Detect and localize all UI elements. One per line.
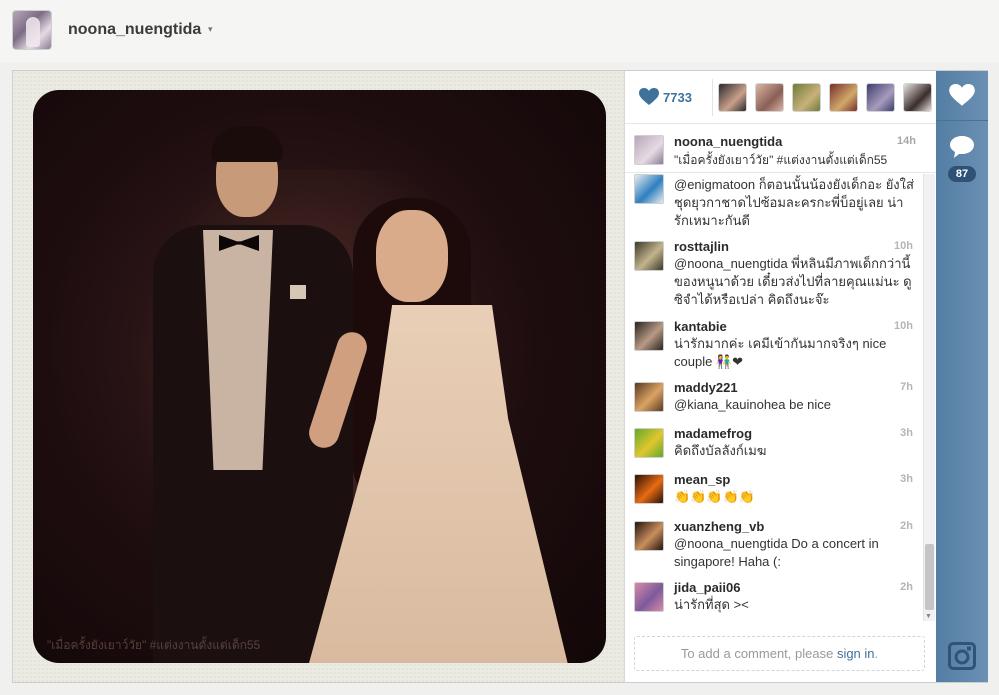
avatar[interactable] bbox=[634, 521, 664, 551]
comment-time: 2h bbox=[900, 581, 913, 593]
comment-time: 3h bbox=[900, 473, 913, 485]
comment-time: 10h bbox=[894, 320, 913, 332]
avatar[interactable] bbox=[634, 174, 664, 204]
likes-bar: 7733 bbox=[625, 71, 936, 124]
comment-username[interactable]: rosttajlin bbox=[674, 239, 729, 254]
sign-in-link[interactable]: sign in bbox=[837, 646, 875, 661]
comment-username[interactable]: xuanzheng_vb bbox=[674, 519, 764, 534]
comment-time: 3h bbox=[900, 427, 913, 439]
divider bbox=[712, 79, 713, 116]
avatar[interactable] bbox=[634, 582, 664, 612]
comment-button[interactable]: 87 bbox=[936, 122, 988, 192]
comment-username[interactable]: mean_sp bbox=[674, 472, 730, 487]
comment-item: kantabie 10h น่ารักมากค่ะ เคมีเข้ากันมากจร… bbox=[625, 319, 923, 377]
comment-text: @noona_nuengtida พี่หลินมีภาพเด็กกว่านี้… bbox=[674, 256, 912, 307]
comment-item: @enigmatoon ก็ตอนนั้นน้องยังเด็กอะ ยังใส… bbox=[625, 174, 923, 230]
like-count[interactable]: 7733 bbox=[663, 90, 692, 105]
profile-avatar[interactable] bbox=[12, 10, 52, 50]
comment-username[interactable]: jida_paii06 bbox=[674, 580, 740, 595]
likers-list bbox=[718, 83, 932, 112]
media-panel: "เมื่อครั้งยังเยาว์วัย" #แต่งงานตั้งแต่เ… bbox=[12, 70, 988, 683]
caption-time: 14h bbox=[897, 135, 916, 147]
profile-header: noona_nuengtida ▾ bbox=[0, 0, 999, 62]
man-hair bbox=[211, 126, 283, 162]
add-comment-prompt: To add a comment, please sign in. bbox=[634, 636, 925, 671]
comment-time: 2h bbox=[900, 520, 913, 532]
profile-username[interactable]: noona_nuengtida bbox=[68, 21, 201, 39]
avatar[interactable] bbox=[634, 474, 664, 504]
avatar[interactable] bbox=[634, 321, 664, 351]
heart-icon bbox=[949, 84, 975, 106]
comments-scrollbar[interactable]: ▼ bbox=[923, 174, 935, 621]
comment-username[interactable]: maddy221 bbox=[674, 380, 738, 395]
comment-time: 10h bbox=[894, 240, 913, 252]
comment-text: คิดถึงบัลลังก์เมฆ bbox=[674, 443, 767, 458]
instagram-logo-icon[interactable] bbox=[948, 642, 976, 670]
comment-count-badge: 87 bbox=[948, 166, 976, 182]
avatar[interactable] bbox=[634, 382, 664, 412]
avatar[interactable] bbox=[634, 428, 664, 458]
side-column: 7733 noona_nuengtida 14h "เมื่อครั้งยังเ… bbox=[624, 71, 936, 682]
chevron-down-icon[interactable]: ▾ bbox=[208, 24, 213, 35]
heart-icon[interactable] bbox=[639, 88, 659, 106]
add-comment-suffix: . bbox=[874, 646, 879, 661]
comment-text: น่ารักมากค่ะ เคมีเข้ากันมากจริงๆ nice co… bbox=[674, 336, 887, 369]
woman-face bbox=[376, 210, 448, 302]
caption-text: "เมื่อครั้งยังเยาว์วัย" #แต่งงานตั้งแต่เ… bbox=[674, 153, 888, 167]
liker-avatar[interactable] bbox=[792, 83, 821, 112]
comment-text: 👏👏👏👏👏 bbox=[674, 489, 755, 504]
scroll-down-arrow-icon[interactable]: ▼ bbox=[925, 613, 932, 620]
action-rail: 87 bbox=[936, 71, 988, 682]
comment-item: rosttajlin 10h @noona_nuengtida พี่หลินมีภ… bbox=[625, 239, 923, 307]
comment-text: @noona_nuengtida Do a concert in singapo… bbox=[674, 536, 879, 569]
speech-bubble-icon bbox=[950, 136, 974, 158]
avatar[interactable] bbox=[634, 241, 664, 271]
comment-time: 7h bbox=[900, 381, 913, 393]
comment-text: @kiana_kauinohea be nice bbox=[674, 397, 832, 412]
comment-username[interactable]: kantabie bbox=[674, 319, 727, 334]
liker-avatar[interactable] bbox=[718, 83, 747, 112]
caption: noona_nuengtida 14h "เมื่อครั้งยังเยาว์ว… bbox=[625, 129, 936, 173]
like-button[interactable] bbox=[936, 71, 988, 121]
comment-item: jida_paii06 2h น่ารักที่สุด >< bbox=[625, 580, 923, 621]
liker-avatar[interactable] bbox=[755, 83, 784, 112]
comment-username[interactable]: madamefrog bbox=[674, 426, 752, 441]
add-comment-text: To add a comment, please bbox=[680, 646, 837, 661]
comment-text: น่ารักที่สุด >< bbox=[674, 597, 749, 612]
liker-avatar[interactable] bbox=[866, 83, 895, 112]
liker-avatar[interactable] bbox=[829, 83, 858, 112]
comments-list[interactable]: @enigmatoon ก็ตอนนั้นน้องยังเด็กอะ ยังใส… bbox=[625, 174, 936, 621]
comment-item: xuanzheng_vb 2h @noona_nuengtida Do a conc… bbox=[625, 519, 923, 577]
man-shirt bbox=[203, 230, 273, 470]
caption-username[interactable]: noona_nuengtida bbox=[674, 134, 782, 149]
pocket-square bbox=[290, 285, 306, 299]
avatar[interactable] bbox=[634, 135, 664, 165]
scroll-thumb[interactable] bbox=[925, 544, 934, 610]
photo-caption-watermark: "เมื่อครั้งยังเยาว์วัย" #แต่งงานตั้งแต่เ… bbox=[47, 638, 261, 652]
photo[interactable]: "เมื่อครั้งยังเยาว์วัย" #แต่งงานตั้งแต่เ… bbox=[33, 90, 606, 663]
liker-avatar[interactable] bbox=[903, 83, 932, 112]
comment-text: @enigmatoon ก็ตอนนั้นน้องยังเด็กอะ ยังใส… bbox=[674, 177, 914, 228]
photo-frame: "เมื่อครั้งยังเยาว์วัย" #แต่งงานตั้งแต่เ… bbox=[13, 71, 624, 682]
